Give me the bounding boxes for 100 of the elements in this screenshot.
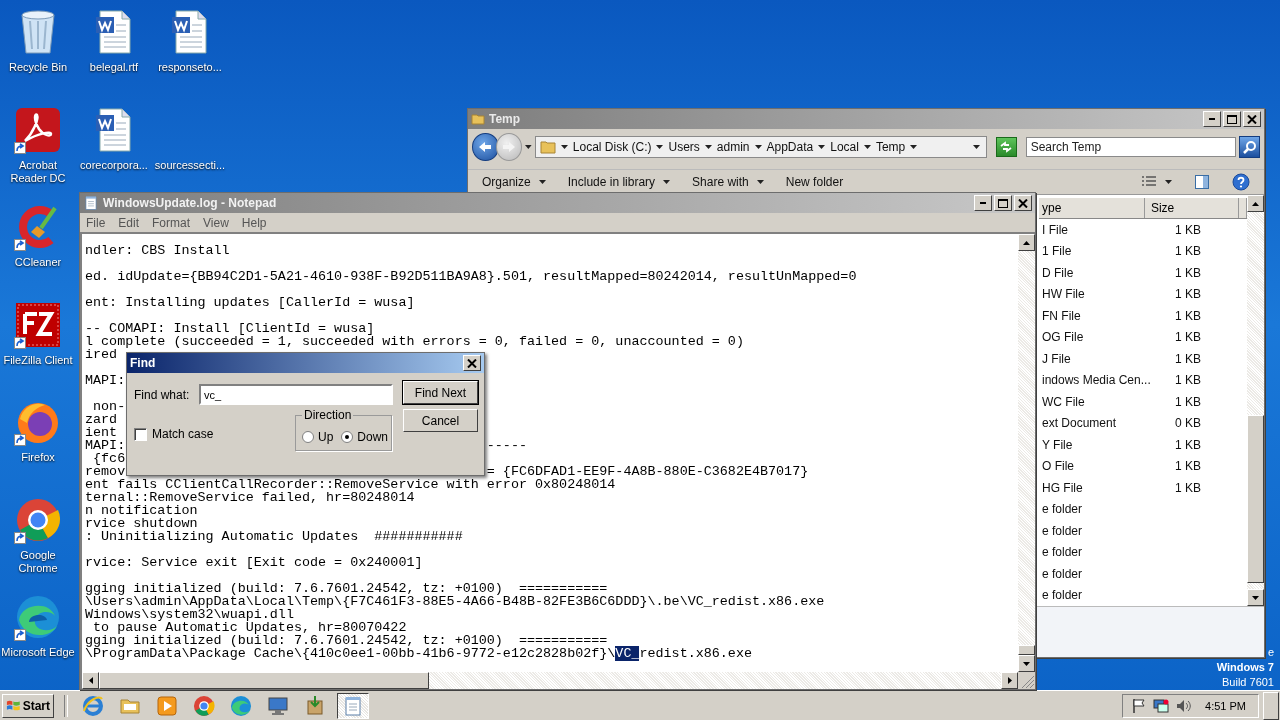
desktop-icon-label[interactable]: Acrobat Reader DC bbox=[0, 158, 76, 185]
checkbox-label: Match case bbox=[152, 427, 214, 441]
browser-icon[interactable] bbox=[15, 496, 61, 543]
pdf-icon[interactable] bbox=[15, 106, 61, 153]
clock[interactable]: 4:51 PM bbox=[1205, 699, 1246, 712]
menu-item[interactable]: Format bbox=[152, 215, 191, 230]
close-icon bbox=[1247, 114, 1257, 124]
close-button[interactable] bbox=[463, 355, 481, 371]
menu-item[interactable]: Help bbox=[241, 215, 267, 230]
caret-icon[interactable] bbox=[818, 145, 826, 149]
log-line: -- COMAPI: Install [ClientId = wusa] bbox=[85, 322, 375, 335]
toolbar-button[interactable]: Share with bbox=[692, 175, 764, 189]
radio-button[interactable] bbox=[302, 431, 314, 443]
scroll-left-button[interactable] bbox=[82, 672, 99, 689]
caret-icon[interactable] bbox=[1165, 180, 1172, 184]
caret-icon[interactable] bbox=[754, 145, 762, 149]
radio-button[interactable] bbox=[341, 431, 354, 443]
menu-item[interactable]: View bbox=[203, 215, 229, 230]
refresh-button[interactable] bbox=[995, 137, 1017, 157]
vertical-scrollbar[interactable] bbox=[1018, 234, 1035, 672]
search-field[interactable]: Search Temp bbox=[1025, 137, 1237, 157]
breadcrumb-item[interactable]: Local bbox=[830, 140, 859, 154]
caret-icon[interactable] bbox=[704, 145, 712, 149]
address-bar[interactable]: Local Disk (C:) Users admin AppData Local Temp bbox=[534, 136, 987, 158]
browser-icon[interactable] bbox=[15, 594, 61, 640]
desktop-icon-label[interactable]: Firefox bbox=[0, 451, 76, 464]
help-icon[interactable] bbox=[1232, 173, 1250, 191]
column-header[interactable]: Size bbox=[1144, 198, 1240, 218]
breadcrumb-item[interactable]: Users bbox=[668, 140, 700, 154]
document-icon[interactable] bbox=[170, 9, 210, 55]
preview-pane-icon[interactable] bbox=[1194, 174, 1210, 190]
document-icon[interactable] bbox=[94, 9, 134, 55]
toolbar-button[interactable]: Organize bbox=[482, 175, 546, 189]
caret-icon[interactable] bbox=[972, 145, 980, 149]
desktop-icon-label[interactable]: CCleaner bbox=[0, 256, 76, 269]
back-button[interactable] bbox=[472, 133, 499, 161]
file-size-cell-text: 1 KB bbox=[1174, 394, 1202, 409]
scroll-up-button[interactable] bbox=[1018, 234, 1035, 251]
log-line: ent: Installing updates [CallerId = wusa] bbox=[85, 296, 415, 309]
toolbar-button[interactable]: Include in library bbox=[567, 175, 671, 189]
desktop-icon-label[interactable]: Recycle Bin bbox=[0, 61, 76, 74]
file-type-cell-text: FN File bbox=[1041, 308, 1082, 323]
view-options-icon[interactable] bbox=[1141, 175, 1157, 189]
app-icon[interactable] bbox=[15, 301, 61, 348]
vertical-scrollbar[interactable] bbox=[1247, 195, 1264, 606]
caret-icon[interactable] bbox=[863, 145, 871, 149]
log-line: gging initialized (build: 7.6.7601.24542, tz: +0100) =========== bbox=[85, 582, 608, 595]
desktop-icon-label[interactable]: responseto... bbox=[152, 61, 228, 74]
dialog-button[interactable]: Cancel bbox=[403, 409, 478, 432]
window-title: WindowsUpdate.log - Notepad bbox=[103, 196, 278, 210]
arrow-left-icon bbox=[88, 677, 93, 684]
desktop-icon-label[interactable]: corecorpora... bbox=[76, 158, 152, 172]
scroll-down-button[interactable] bbox=[1018, 655, 1035, 672]
menu-item[interactable]: File bbox=[86, 215, 106, 230]
search-field[interactable]: vc_ bbox=[199, 384, 393, 405]
search-button[interactable] bbox=[1239, 136, 1260, 158]
show-desktop-button[interactable] bbox=[1263, 691, 1279, 720]
box-icon bbox=[304, 694, 326, 717]
taskbar-button[interactable] bbox=[337, 692, 369, 719]
folder-icon bbox=[471, 112, 485, 126]
scroll-down-button[interactable] bbox=[1247, 589, 1264, 606]
desktop-icon-label[interactable]: belegal.rtf bbox=[76, 61, 152, 74]
breadcrumb-item[interactable]: admin bbox=[716, 140, 750, 154]
caret-icon[interactable] bbox=[910, 145, 918, 149]
log-line: ternal::RemoveService failed, hr=80248014 bbox=[85, 491, 415, 504]
radio-label: Up bbox=[318, 430, 334, 444]
scrollbar-thumb[interactable] bbox=[1247, 415, 1264, 583]
menu-item[interactable]: Edit bbox=[118, 215, 140, 230]
file-size-cell-text: 1 KB bbox=[1174, 222, 1202, 237]
recycle-bin-icon[interactable] bbox=[18, 9, 58, 55]
column-header[interactable]: ype bbox=[1039, 198, 1145, 218]
file-size-cell-text: 1 KB bbox=[1174, 244, 1202, 259]
scrollbar-thumb[interactable] bbox=[1018, 645, 1035, 655]
flag-icon[interactable] bbox=[1131, 697, 1148, 714]
desktop-icon-label[interactable]: Microsoft Edge bbox=[0, 646, 76, 659]
network-icon[interactable] bbox=[1153, 697, 1170, 714]
caret-icon bbox=[538, 180, 546, 184]
caret-icon[interactable] bbox=[656, 145, 664, 149]
forward-button[interactable] bbox=[495, 133, 523, 161]
scroll-up-button[interactable] bbox=[1247, 195, 1264, 212]
dialog-button[interactable]: Find Next bbox=[403, 381, 478, 404]
horizontal-scrollbar[interactable] bbox=[82, 672, 1018, 689]
start-button[interactable]: Start bbox=[2, 693, 54, 718]
arrow-up-icon bbox=[1023, 240, 1030, 245]
checkbox[interactable] bbox=[134, 427, 147, 441]
caret-icon[interactable] bbox=[525, 145, 532, 149]
breadcrumb-item[interactable]: AppData bbox=[766, 140, 814, 154]
toolbar-button[interactable]: New folder bbox=[785, 175, 844, 189]
document-icon[interactable] bbox=[94, 106, 134, 153]
desktop-icon-label[interactable]: Google Chrome bbox=[0, 548, 76, 575]
scroll-right-button[interactable] bbox=[1001, 672, 1018, 689]
desktop-icon-label[interactable]: sourcessecti... bbox=[152, 158, 228, 172]
desktop-icon-label[interactable]: FileZilla Client bbox=[0, 353, 76, 367]
scrollbar-thumb[interactable] bbox=[99, 672, 429, 689]
minimize-icon bbox=[1209, 118, 1215, 120]
file-size-cell-text: 1 KB bbox=[1174, 459, 1202, 474]
breadcrumb-item[interactable]: Temp bbox=[875, 140, 906, 154]
file-type-cell-text: e folder bbox=[1041, 566, 1084, 581]
caret-icon[interactable] bbox=[560, 145, 568, 149]
breadcrumb-item[interactable]: Local Disk (C:) bbox=[572, 140, 652, 154]
